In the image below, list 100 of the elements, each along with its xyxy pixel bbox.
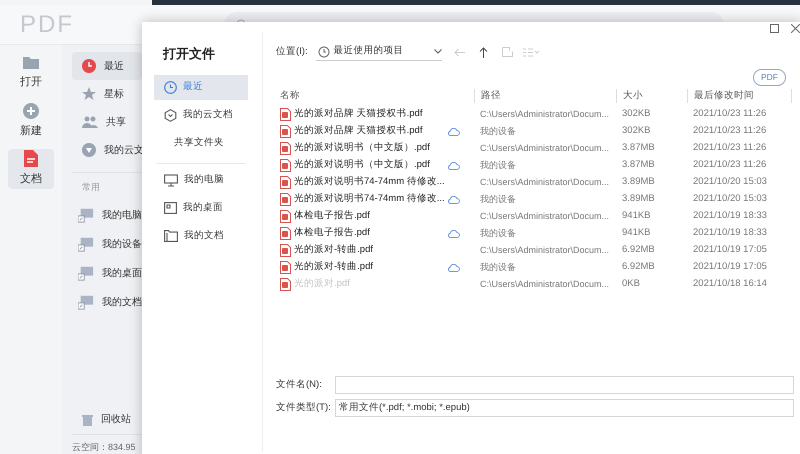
file-size: 3.89MB (621, 192, 656, 206)
file-path: 我的设备 (479, 192, 517, 206)
file-row[interactable]: 光的派对品牌 天猫授权书.pdf C:\Users\Administrator\Docum... 302KB 2021/10/23 11:26 (276, 106, 800, 123)
modified-time: 2021/10/23 11:26 (692, 158, 768, 172)
pdf-file-icon (280, 124, 291, 138)
up-arrow-icon[interactable] (478, 46, 488, 58)
file-row[interactable]: 体检电子报告.pdf 我的设备 941KB 2021/10/19 18:33 (276, 224, 800, 242)
file-path: 我的设备 (479, 124, 517, 138)
storage-text: 云空间：834.95 (72, 440, 137, 454)
nav-item[interactable]: 最近 (72, 52, 142, 80)
pdf-file-icon (280, 192, 291, 206)
back-arrow-icon[interactable] (454, 48, 465, 56)
dialog-title: 打开文件 (163, 45, 216, 63)
trash-icon (82, 414, 93, 426)
file-row[interactable]: 光的派对-转曲.pdf 我的设备 6.92MB 2021/10/19 17:05 (276, 258, 800, 276)
modified-time: 2021/10/20 15:03 (692, 175, 768, 190)
file-row[interactable]: 光的派对.pdf C:\Users\Administrator\Docum... 0KB 2021/10/18 16:14 (276, 276, 800, 293)
clock-icon (82, 59, 96, 73)
file-name: 光的派对.pdf (294, 277, 351, 292)
file-path: 我的设备 (479, 260, 517, 274)
rail-button[interactable]: 打开 (8, 53, 54, 93)
file-type-dropdown[interactable]: 常用文件(*.pdf; *.mobi; *.epub) (335, 399, 794, 417)
pdf-filter-badge[interactable]: PDF (753, 69, 786, 86)
file-path: C:\Users\Administrator\Docum... (479, 244, 610, 256)
column-header[interactable]: 名称 (280, 88, 300, 103)
file-row[interactable]: 体检电子报告.pdf C:\Users\Administrator\Docum... 941KB 2021/10/19 18:33 (276, 208, 800, 225)
file-size: 6.92MB (621, 260, 656, 274)
file-name: 光的派对说明书（中文版）.pdf (294, 158, 431, 172)
nav-item[interactable]: 我的云文 (72, 136, 142, 164)
file-size: 941KB (621, 226, 652, 240)
nav-item[interactable]: 共享 (72, 108, 142, 136)
column-header[interactable]: 路径 (481, 88, 501, 103)
modified-time: 2021/10/23 11:26 (692, 124, 768, 138)
nav-item[interactable]: 我的桌面 (72, 258, 142, 288)
modified-time: 2021/10/19 18:33 (692, 209, 768, 224)
pdf-file-icon (280, 210, 291, 223)
file-name: 光的派对-转曲.pdf (294, 243, 374, 258)
pdf-file-icon (280, 176, 291, 189)
nav-item[interactable]: 我的设备 (72, 230, 142, 258)
pdf-file-icon (280, 260, 291, 274)
file-row[interactable]: 光的派对说明书74-74mm 待修改... C:\Users\Administrator\Docum... 3.89MB 2021/10/20 15:03 (276, 174, 800, 191)
file-path: C:\Users\Administrator\Docum... (479, 142, 610, 154)
column-header[interactable]: 大小 (623, 88, 643, 103)
sidebar-item[interactable]: 我的桌面 (154, 196, 248, 220)
folder-shortcut-icon (78, 207, 94, 223)
modified-time: 2021/10/18 16:14 (692, 277, 768, 292)
pdf-file-icon (280, 226, 291, 240)
maximize-icon[interactable] (770, 24, 779, 33)
nav-item[interactable]: 星标 (72, 80, 142, 108)
sidebar-item[interactable]: 我的文档 (154, 224, 248, 248)
file-path: 我的设备 (479, 158, 517, 172)
nav-item[interactable]: 我的文档 (72, 288, 142, 316)
column-header[interactable]: 最后修改时间 (694, 88, 754, 103)
people-icon (82, 116, 98, 128)
folder-shortcut-icon (78, 265, 94, 281)
file-size: 6.92MB (621, 243, 656, 258)
close-icon[interactable] (791, 24, 800, 33)
file-row[interactable]: 光的派对-转曲.pdf C:\Users\Administrator\Docum... 6.92MB 2021/10/19 17:05 (276, 242, 800, 259)
file-name-field[interactable] (335, 376, 794, 394)
sidebar-item[interactable]: 共享文件夹 (154, 130, 248, 156)
sidebar-item[interactable]: 我的电脑 (154, 168, 248, 192)
file-size: 941KB (621, 209, 652, 224)
file-path: C:\Users\Administrator\Docum... (479, 210, 610, 222)
modified-time: 2021/10/23 11:26 (692, 141, 768, 156)
location-dropdown[interactable]: 最近使用的项目 (316, 43, 442, 61)
file-size: 302KB (621, 107, 652, 122)
rail-button[interactable]: 文档 (8, 149, 54, 189)
modified-time: 2021/10/19 18:33 (692, 226, 768, 240)
pdf-file-icon (280, 278, 291, 291)
file-name: 光的派对品牌 天猫授权书.pdf (294, 107, 424, 122)
rail-button[interactable]: 新建 (8, 101, 54, 141)
file-row[interactable]: 光的派对说明书（中文版）.pdf 我的设备 3.87MB 2021/10/23 11:26 (276, 156, 800, 174)
file-name: 光的派对-转曲.pdf (294, 260, 374, 274)
file-path: C:\Users\Administrator\Docum... (479, 176, 610, 188)
location-label: 位置(I): (276, 44, 308, 59)
nav-item[interactable]: 回收站 (72, 406, 142, 434)
pdf-file-icon (280, 142, 291, 155)
file-size: 3.87MB (621, 141, 656, 156)
file-name-label: 文件名(N): (276, 378, 323, 392)
sidebar-item[interactable]: 我的云文档 (154, 102, 248, 128)
monitor-icon (164, 174, 178, 186)
view-options-icon[interactable] (522, 48, 541, 56)
modified-time: 2021/10/19 17:05 (692, 260, 768, 274)
new-folder-icon[interactable] (502, 47, 513, 57)
modified-time: 2021/10/19 17:05 (692, 243, 768, 258)
folder-icon (164, 230, 178, 242)
nav-item[interactable]: 我的电脑 (72, 200, 142, 230)
file-size: 3.89MB (621, 175, 656, 190)
file-row[interactable]: 光的派对品牌 天猫授权书.pdf 我的设备 302KB 2021/10/23 11:26 (276, 122, 800, 140)
file-name: 体检电子报告.pdf (294, 209, 371, 224)
modified-time: 2021/10/20 15:03 (692, 192, 768, 206)
recent-items-icon (318, 46, 330, 58)
file-name: 光的派对说明书（中文版）.pdf (294, 141, 431, 156)
file-row[interactable]: 光的派对说明书（中文版）.pdf C:\Users\Administrator\Docum... 3.87MB 2021/10/23 11:26 (276, 140, 800, 157)
plus-icon (23, 102, 39, 119)
section-label: 常用 (81, 181, 101, 194)
modified-time: 2021/10/23 11:26 (692, 107, 768, 122)
file-row[interactable]: 光的派对说明书74-74mm 待修改... 我的设备 3.89MB 2021/10/20 15:03 (276, 190, 800, 208)
chevron-down-icon (434, 49, 442, 54)
file-name: 光的派对说明书74-74mm 待修改... (294, 192, 444, 206)
